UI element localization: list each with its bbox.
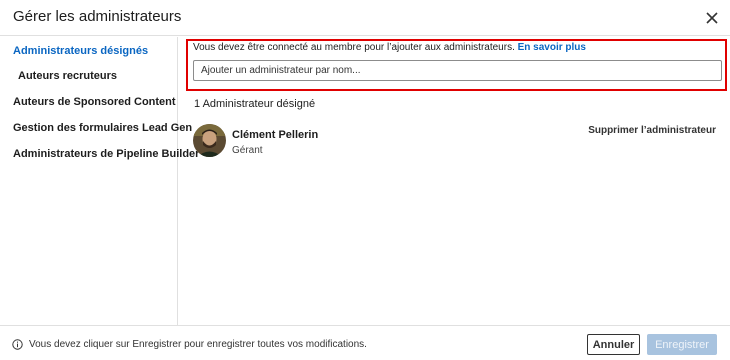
footer-message: Vous devez cliquer sur Enregistrer pour …: [29, 339, 367, 350]
info-line: Vous devez être connecté au membre pour …: [193, 42, 586, 53]
admin-role: Gérant: [232, 145, 263, 156]
avatar: [193, 124, 226, 157]
info-icon: [12, 339, 23, 350]
dialog-header: Gérer les administrateurs: [0, 0, 730, 36]
admin-name[interactable]: Clément Pellerin: [232, 129, 318, 141]
sidebar-item-pipeline-builder[interactable]: Administrateurs de Pipeline Builder: [13, 148, 199, 160]
close-icon: [706, 12, 718, 24]
main-panel: Vous devez être connecté au membre pour …: [179, 37, 730, 325]
admin-row: Clément Pellerin Gérant Supprimer l’admi…: [191, 123, 716, 159]
sidebar-item-auteurs-recruteurs[interactable]: Auteurs recruteurs: [18, 70, 117, 82]
dialog-title: Gérer les administrateurs: [13, 8, 182, 25]
sidebar-item-administrateurs-designes[interactable]: Administrateurs désignés: [13, 45, 148, 57]
info-text: Vous devez être connecté au membre pour …: [193, 42, 515, 53]
close-button[interactable]: [702, 8, 722, 28]
remove-admin-button[interactable]: Supprimer l’administrateur: [588, 125, 716, 136]
dialog-footer: Vous devez cliquer sur Enregistrer pour …: [0, 325, 730, 360]
learn-more-link[interactable]: En savoir plus: [518, 42, 586, 53]
sidebar-item-sponsored-content[interactable]: Auteurs de Sponsored Content: [13, 96, 176, 108]
search-input[interactable]: [193, 60, 722, 81]
sidebar: Administrateurs désignés Auteurs recrute…: [0, 37, 199, 325]
cancel-button[interactable]: Annuler: [587, 334, 640, 355]
sidebar-item-lead-gen[interactable]: Gestion des formulaires Lead Gen: [13, 122, 192, 134]
section-title: 1 Administrateur désigné: [194, 98, 316, 110]
save-button[interactable]: Enregistrer: [647, 334, 717, 355]
